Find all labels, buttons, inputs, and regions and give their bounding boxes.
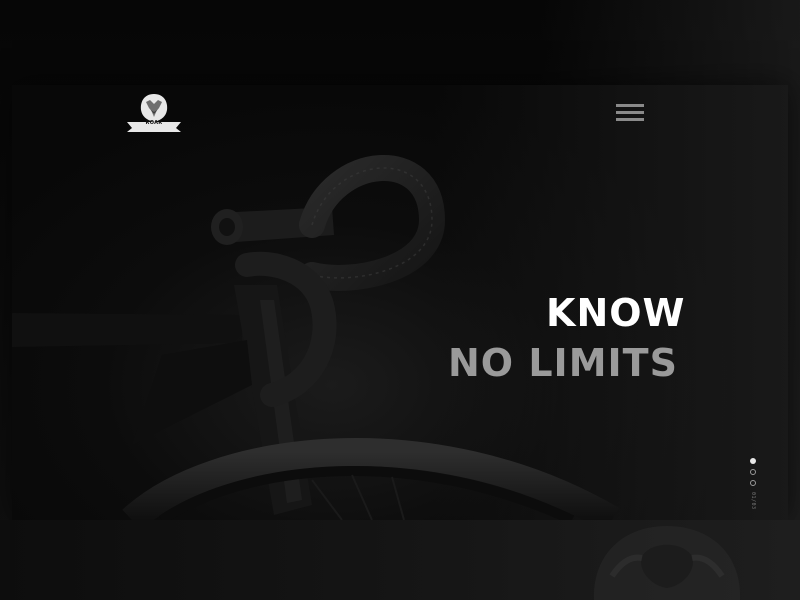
brand-name: ROAR xyxy=(145,120,163,126)
slider-dot-3[interactable] xyxy=(750,480,756,486)
lion-head-icon xyxy=(127,94,181,132)
slider-dot-1[interactable] xyxy=(750,458,756,464)
hero-headline-line2: NO LIMITS xyxy=(448,341,678,385)
slider-pagination: 01/03 xyxy=(748,456,760,518)
hamburger-menu-icon-bar xyxy=(616,104,644,107)
hero-headline-line1: KNOW xyxy=(546,291,686,335)
slider-dot-2[interactable] xyxy=(750,469,756,475)
hamburger-menu-icon-bar xyxy=(616,118,644,121)
lion-watermark-icon xyxy=(593,526,741,600)
slider-counter: 01/03 xyxy=(750,492,756,510)
hamburger-menu-icon-bar xyxy=(616,111,644,114)
brand-logo[interactable]: ROAR xyxy=(124,92,184,134)
hamburger-menu-button[interactable] xyxy=(614,101,646,125)
